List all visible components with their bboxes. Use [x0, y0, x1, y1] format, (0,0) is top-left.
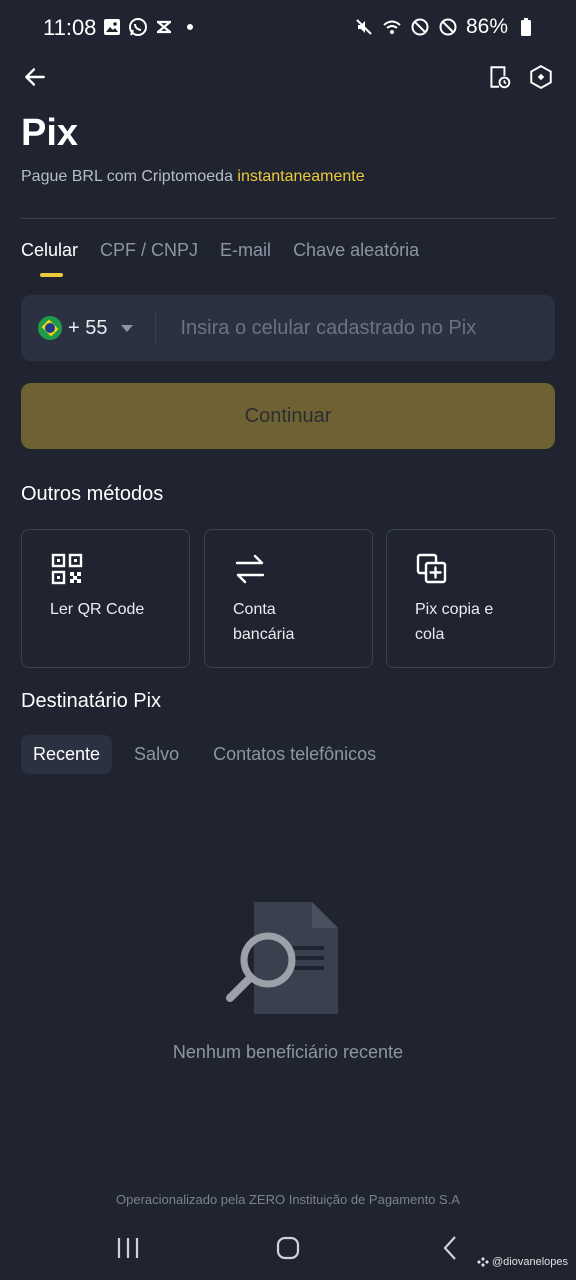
status-notification-icons — [102, 17, 200, 37]
subtitle-highlight: instantaneamente — [237, 168, 365, 185]
recipient-tabs: Recente Salvo Contatos telefônicos — [21, 735, 398, 774]
method-bank-account[interactable]: Conta bancária — [204, 529, 373, 668]
whatsapp-icon — [128, 17, 148, 37]
tab-chave-aleatoria[interactable]: Chave aleatória — [293, 240, 419, 261]
tab-cpf-cnpj[interactable]: CPF / CNPJ — [100, 240, 198, 261]
brazil-flag-icon — [38, 316, 62, 340]
home-button[interactable] — [268, 1230, 308, 1266]
method-label: Conta bancária — [233, 601, 295, 643]
copy-paste-icon — [416, 553, 447, 584]
transfer-arrows-icon — [235, 554, 265, 584]
method-label: Ler QR Code — [50, 601, 145, 618]
qr-code-icon — [51, 553, 83, 585]
wifi-icon — [382, 17, 402, 37]
chevron-down-icon — [121, 324, 134, 332]
recent-apps-icon — [117, 1238, 139, 1258]
nav-back-button[interactable] — [430, 1230, 470, 1266]
history-button[interactable] — [482, 60, 516, 94]
tab-celular[interactable]: Celular — [21, 240, 78, 261]
capcut-icon — [154, 17, 174, 37]
method-label: Pix copia e cola — [415, 601, 494, 643]
blocked-icon — [410, 17, 430, 37]
hexagon-settings-icon — [530, 65, 552, 89]
chevron-left-icon — [443, 1236, 456, 1260]
pix-key-tabs: Celular CPF / CNPJ E-mail Chave aleatóri… — [21, 240, 419, 261]
watermark-text: @diovanelopes — [492, 1256, 568, 1268]
phone-field: + 55 — [21, 295, 555, 361]
home-icon — [276, 1236, 300, 1260]
back-button[interactable] — [18, 60, 52, 94]
back-arrow-icon — [25, 68, 45, 86]
subtitle-text: Pague BRL com Criptomoeda — [21, 168, 233, 185]
order-history-icon — [490, 66, 511, 89]
battery-percent: 86% — [465, 15, 508, 38]
page-subtitle: Pague BRL com Criptomoeda instantaneamen… — [21, 168, 365, 186]
settings-button[interactable] — [524, 60, 558, 94]
country-code: + 55 — [68, 316, 108, 339]
binance-logo-icon — [477, 1257, 489, 1267]
dot-icon — [180, 17, 200, 37]
mute-icon — [354, 17, 374, 37]
page-title: Pix — [21, 112, 79, 154]
country-code-selector[interactable]: + 55 — [21, 295, 134, 361]
tab-recente[interactable]: Recente — [21, 735, 113, 774]
status-time: 11:08 — [43, 15, 97, 40]
gallery-icon — [102, 17, 122, 37]
other-methods-title: Outros métodos — [21, 483, 164, 505]
tab-salvo[interactable]: Salvo — [122, 735, 191, 774]
header-divider — [21, 218, 555, 219]
empty-state-text: Nenhum beneficiário recente — [172, 1042, 404, 1062]
continue-button[interactable]: Continuar — [21, 383, 555, 449]
blocked-icon-2 — [438, 17, 458, 37]
phone-input[interactable] — [156, 316, 555, 340]
empty-search-document-icon — [226, 902, 338, 1014]
method-qr-code[interactable]: Ler QR Code — [21, 529, 190, 668]
recipient-title: Destinatário Pix — [21, 690, 162, 712]
status-right-icons: 86% — [354, 15, 536, 39]
active-tab-indicator — [40, 273, 63, 277]
footer-note: Operacionalizado pela ZERO Instituição d… — [116, 1192, 460, 1207]
tab-email[interactable]: E-mail — [220, 240, 271, 261]
method-copy-paste[interactable]: Pix copia e cola — [386, 529, 555, 668]
battery-icon — [516, 17, 536, 37]
recent-apps-button[interactable] — [108, 1230, 148, 1266]
tab-contatos-telefonicos[interactable]: Contatos telefônicos — [201, 735, 388, 774]
watermark: @diovanelopes — [477, 1256, 568, 1268]
